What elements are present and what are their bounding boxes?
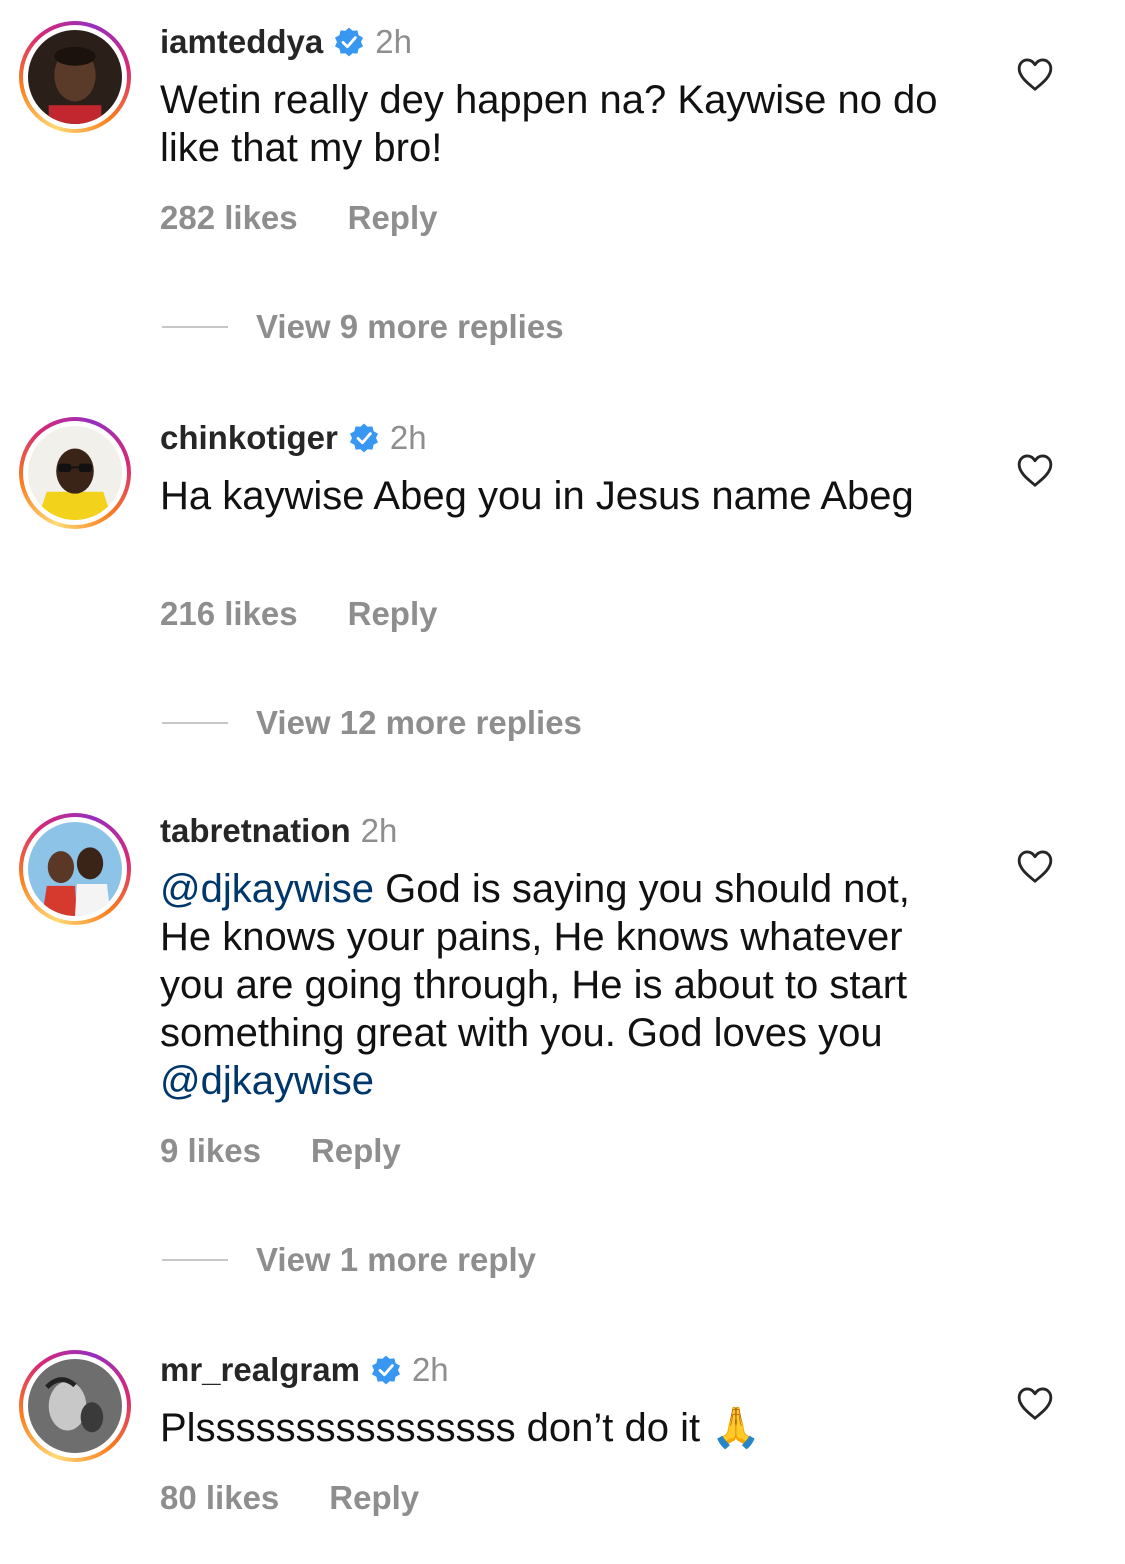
username[interactable]: tabretnation — [160, 811, 351, 851]
verified-badge-icon — [335, 27, 364, 57]
view-replies-button[interactable]: View 9 more replies — [162, 307, 564, 347]
avatar[interactable] — [19, 21, 131, 133]
reply-button[interactable]: Reply — [348, 199, 438, 236]
reply-button[interactable]: Reply — [348, 595, 438, 632]
heart-outline-icon[interactable] — [1016, 849, 1054, 885]
avatar[interactable] — [19, 417, 131, 529]
comment-meta: 216 likes Reply — [160, 594, 438, 634]
likes-count[interactable]: 216 likes — [160, 595, 298, 632]
divider — [162, 326, 228, 328]
timestamp: 2h — [411, 1351, 449, 1388]
comment-meta: 282 likes Reply — [160, 198, 438, 238]
likes-count[interactable]: 9 likes — [160, 1132, 261, 1169]
username[interactable]: mr_realgram — [160, 1350, 360, 1390]
avatar-photo — [28, 426, 122, 520]
heart-outline-icon[interactable] — [1016, 1386, 1054, 1422]
reply-button[interactable]: Reply — [311, 1132, 401, 1169]
comment-header: iamteddya 2h — [160, 22, 412, 62]
timestamp: 2h — [375, 23, 412, 60]
comment-header: mr_realgram 2h — [160, 1350, 449, 1390]
timestamp: 2h — [360, 812, 398, 849]
view-replies-button[interactable]: View 1 more reply — [162, 1240, 536, 1280]
verified-badge-icon — [349, 423, 378, 453]
avatar-photo — [28, 1359, 122, 1453]
divider — [162, 1259, 228, 1261]
verified-badge-icon — [371, 1355, 400, 1385]
praying-hands-emoji: 🙏 — [711, 1406, 762, 1450]
username[interactable]: iamteddya — [160, 22, 323, 62]
avatar-photo — [28, 30, 122, 124]
view-replies-label: View 1 more reply — [256, 1241, 537, 1278]
comment-text: Plssssssssssssssss don’t do it 🙏 — [160, 1404, 960, 1452]
divider — [162, 722, 228, 724]
comment-header: tabretnation 2h — [160, 811, 397, 851]
comment-header: chinkotiger 2h — [160, 418, 427, 458]
comment-text: Ha kaywise Abeg you in Jesus name Abeg — [160, 474, 914, 518]
heart-outline-icon[interactable] — [1016, 57, 1054, 93]
view-replies-label: View 12 more replies — [256, 704, 582, 741]
username[interactable]: chinkotiger — [160, 418, 338, 458]
avatar-photo — [28, 822, 122, 916]
avatar[interactable] — [19, 1350, 131, 1462]
avatar[interactable] — [19, 813, 131, 925]
comment-text-body: Plssssssssssssssss don’t do it — [160, 1406, 701, 1450]
comment-text: @djkaywise God is saying you should not,… — [160, 865, 960, 1105]
heart-outline-icon[interactable] — [1016, 453, 1054, 489]
timestamp: 2h — [389, 419, 427, 456]
comment-text: Wetin really dey happen na? Kaywise no d… — [160, 78, 938, 170]
likes-count[interactable]: 80 likes — [160, 1479, 279, 1516]
mention-link[interactable]: @djkaywise — [160, 1059, 374, 1103]
view-replies-label: View 9 more replies — [256, 308, 564, 345]
likes-count[interactable]: 282 likes — [160, 199, 298, 236]
mention-link[interactable]: @djkaywise — [160, 867, 374, 911]
reply-button[interactable]: Reply — [329, 1479, 419, 1516]
view-replies-button[interactable]: View 12 more replies — [162, 703, 582, 743]
comment-meta: 9 likes Reply — [160, 1131, 401, 1171]
comment-meta: 80 likes Reply — [160, 1478, 419, 1518]
